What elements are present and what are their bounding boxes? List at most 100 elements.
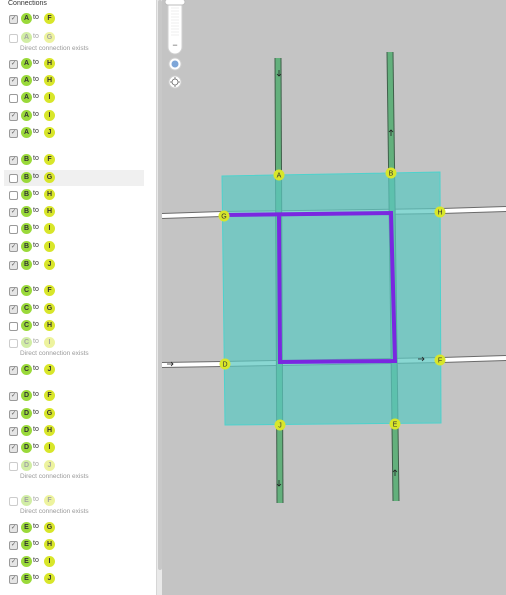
node-badge-to: G bbox=[44, 408, 55, 419]
node-J[interactable]: J bbox=[274, 419, 286, 431]
node-badge-from: E bbox=[21, 556, 32, 567]
node-H[interactable]: H bbox=[434, 206, 446, 218]
to-label: to bbox=[33, 286, 39, 293]
connection-row-b-j[interactable]: ✓ Bto J bbox=[4, 257, 144, 273]
connection-checkbox bbox=[9, 462, 18, 471]
node-B[interactable]: B bbox=[385, 167, 397, 179]
connection-checkbox[interactable]: ✓ bbox=[9, 261, 18, 270]
map-canvas[interactable]: A B G H D F J E − bbox=[162, 0, 506, 595]
connection-row-a-f[interactable]: ✓ Ato F bbox=[4, 11, 144, 27]
connection-checkbox[interactable]: ✓ bbox=[9, 575, 18, 584]
connection-row-c-f[interactable]: ✓ Cto F bbox=[4, 283, 144, 299]
node-badge-from: C bbox=[21, 303, 32, 314]
connection-checkbox[interactable]: ✓ bbox=[9, 558, 18, 567]
connection-row-b-i[interactable]: Bto I bbox=[4, 221, 144, 237]
connection-checkbox[interactable]: ✓ bbox=[9, 77, 18, 86]
connection-row-a-h[interactable]: ✓ Ato H bbox=[4, 56, 144, 72]
node-E[interactable]: E bbox=[389, 418, 401, 430]
layer-globe-icon[interactable] bbox=[168, 57, 182, 71]
node-badge-from: D bbox=[21, 390, 32, 401]
to-label: to bbox=[33, 523, 39, 530]
connection-row-b-i[interactable]: ✓ Bto I bbox=[4, 239, 144, 255]
connection-row-d-f[interactable]: ✓ Dto F bbox=[4, 388, 144, 404]
node-A[interactable]: A bbox=[273, 169, 285, 181]
node-badge-to: J bbox=[44, 127, 55, 138]
connection-row-b-f[interactable]: ✓ Bto F bbox=[4, 152, 144, 168]
locate-crosshair-icon[interactable] bbox=[168, 75, 182, 89]
connection-checkbox[interactable]: ✓ bbox=[9, 392, 18, 401]
connection-row-e-h[interactable]: ✓ Eto H bbox=[4, 537, 144, 553]
connection-row-c-h[interactable]: Cto H bbox=[4, 318, 144, 334]
to-label: to bbox=[33, 242, 39, 249]
connection-checkbox[interactable] bbox=[9, 322, 18, 331]
connection-row-e-g[interactable]: ✓ Eto G bbox=[4, 520, 144, 536]
node-badge-to: G bbox=[44, 522, 55, 533]
connection-row-b-g[interactable]: Bto G bbox=[4, 170, 144, 186]
connection-checkbox bbox=[9, 34, 18, 43]
zoom-out-button[interactable]: − bbox=[172, 40, 177, 50]
zoom-control: − bbox=[164, 0, 186, 55]
connection-row-b-h[interactable]: ✓ Bto H bbox=[4, 204, 144, 220]
connection-checkbox[interactable]: ✓ bbox=[9, 410, 18, 419]
connection-checkbox[interactable] bbox=[9, 94, 18, 103]
connection-row-e-i[interactable]: ✓ Eto I bbox=[4, 554, 144, 570]
connection-checkbox[interactable]: ✓ bbox=[9, 541, 18, 550]
to-label: to bbox=[33, 173, 39, 180]
node-G[interactable]: G bbox=[218, 210, 230, 222]
node-badge-to: I bbox=[44, 556, 55, 567]
connection-row-b-h[interactable]: Bto H bbox=[4, 187, 144, 203]
connection-checkbox[interactable]: ✓ bbox=[9, 287, 18, 296]
connection-checkbox bbox=[9, 339, 18, 348]
connection-row-d-g[interactable]: ✓ Dto G bbox=[4, 406, 144, 422]
to-label: to bbox=[33, 304, 39, 311]
connection-row-a-i[interactable]: Ato I bbox=[4, 90, 144, 106]
connection-checkbox[interactable] bbox=[9, 174, 18, 183]
connection-row-a-j[interactable]: ✓ Ato J bbox=[4, 125, 144, 141]
connection-checkbox[interactable]: ✓ bbox=[9, 129, 18, 138]
connection-row-a-i[interactable]: ✓ Ato I bbox=[4, 108, 144, 124]
node-badge-from: C bbox=[21, 337, 32, 348]
connection-checkbox[interactable]: ✓ bbox=[9, 60, 18, 69]
connection-row-d-h[interactable]: ✓ Dto H bbox=[4, 423, 144, 439]
connection-row-d-i[interactable]: ✓ Dto I bbox=[4, 440, 144, 456]
node-badge-from: E bbox=[21, 573, 32, 584]
to-label: to bbox=[33, 321, 39, 328]
connection-checkbox[interactable]: ✓ bbox=[9, 524, 18, 533]
svg-text:A: A bbox=[277, 173, 282, 180]
node-badge-to: H bbox=[44, 539, 55, 550]
node-badge-to: J bbox=[44, 364, 55, 375]
connection-checkbox[interactable]: ✓ bbox=[9, 366, 18, 375]
connection-checkbox[interactable]: ✓ bbox=[9, 243, 18, 252]
node-badge-from: D bbox=[21, 408, 32, 419]
connection-checkbox[interactable] bbox=[9, 191, 18, 200]
node-badge-to: F bbox=[44, 495, 55, 506]
connection-row-e-f: Eto F bbox=[4, 493, 144, 509]
connection-row-c-j[interactable]: ✓ Cto J bbox=[4, 362, 144, 378]
node-badge-to: I bbox=[44, 337, 55, 348]
node-badge-from: E bbox=[21, 539, 32, 550]
connection-row-e-j[interactable]: ✓ Eto J bbox=[4, 571, 144, 587]
node-badge-from: A bbox=[21, 32, 32, 43]
svg-text:J: J bbox=[278, 423, 282, 430]
connection-checkbox[interactable]: ✓ bbox=[9, 156, 18, 165]
connection-row-c-g[interactable]: ✓ Cto G bbox=[4, 301, 144, 317]
node-F[interactable]: F bbox=[434, 354, 446, 366]
node-badge-from: B bbox=[21, 241, 32, 252]
svg-text:F: F bbox=[438, 358, 442, 365]
connection-row-a-h[interactable]: ✓ Ato H bbox=[4, 73, 144, 89]
connection-checkbox[interactable]: ✓ bbox=[9, 15, 18, 24]
node-badge-to: I bbox=[44, 110, 55, 121]
node-badge-to: G bbox=[44, 172, 55, 183]
connection-row-d-j: Dto J bbox=[4, 458, 144, 474]
connection-checkbox[interactable]: ✓ bbox=[9, 444, 18, 453]
connection-checkbox[interactable]: ✓ bbox=[9, 305, 18, 314]
zoom-slider-handle[interactable] bbox=[164, 0, 186, 6]
connection-checkbox[interactable] bbox=[9, 225, 18, 234]
node-badge-from: B bbox=[21, 206, 32, 217]
study-area-polygon[interactable] bbox=[221, 171, 442, 426]
connection-checkbox[interactable]: ✓ bbox=[9, 112, 18, 121]
node-D[interactable]: D bbox=[219, 358, 231, 370]
connection-checkbox[interactable]: ✓ bbox=[9, 427, 18, 436]
node-badge-to: H bbox=[44, 58, 55, 69]
connection-checkbox[interactable]: ✓ bbox=[9, 208, 18, 217]
